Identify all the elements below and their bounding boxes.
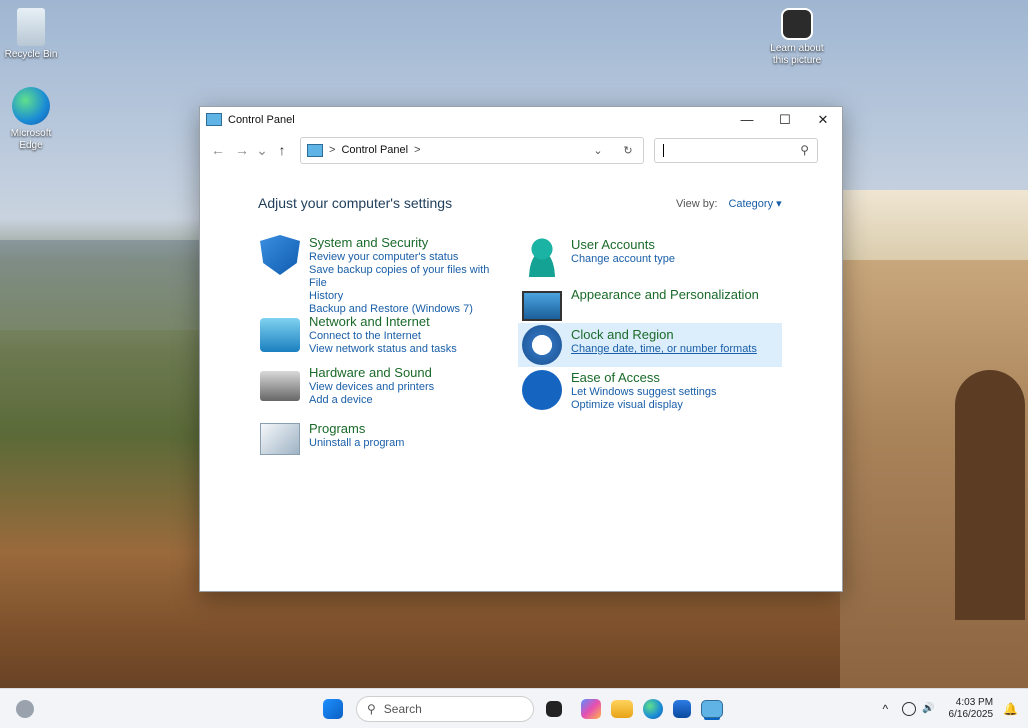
- address-control-panel-icon: [307, 143, 323, 157]
- user-accounts-title[interactable]: User Accounts: [571, 237, 675, 253]
- page-heading: Adjust your computer's settings: [258, 195, 453, 211]
- change-account-type-link[interactable]: Change account type: [571, 253, 675, 266]
- optimize-display-link[interactable]: Optimize visual display: [571, 399, 717, 412]
- clock[interactable]: 4:03 PM 6/16/2025: [949, 697, 994, 721]
- control-panel-window: Control Panel — ☐ ✕ ← → ⌄ ↑ > Control Pa…: [199, 106, 843, 592]
- appearance-monitor-icon: [522, 291, 562, 321]
- save-backup-link-cont[interactable]: History: [309, 290, 490, 303]
- back-button[interactable]: ←: [206, 138, 230, 162]
- taskbar: ⚲ Search ^ 🔊 4:03 PM 6/16/2025 🔔: [0, 688, 1028, 728]
- hardware-sound-title[interactable]: Hardware and Sound: [309, 365, 434, 381]
- breadcrumb-control-panel[interactable]: Control Panel: [341, 144, 408, 156]
- ease-of-access-title[interactable]: Ease of Access: [571, 370, 717, 386]
- control-panel-icon: [206, 113, 222, 126]
- view-by-label: View by:: [676, 198, 718, 210]
- volume-icon[interactable]: 🔊: [922, 703, 934, 714]
- recycle-bin-label: Recycle Bin: [4, 49, 58, 60]
- taskbar-search-text: Search: [383, 701, 422, 716]
- widgets-icon[interactable]: [16, 699, 34, 718]
- store-icon[interactable]: [673, 699, 691, 718]
- navigation-bar: ← → ⌄ ↑ > Control Panel > ⌄ ↻ ⚲: [200, 132, 842, 168]
- connect-internet-link[interactable]: Connect to the Internet: [309, 330, 457, 343]
- network-icon[interactable]: [902, 701, 917, 716]
- clock-region-title[interactable]: Clock and Region: [571, 327, 757, 343]
- review-status-link[interactable]: Review your computer's status: [309, 251, 490, 264]
- search-icon[interactable]: ⚲: [800, 143, 809, 157]
- task-view-icon[interactable]: [546, 700, 562, 717]
- programs-icon: [260, 423, 300, 455]
- programs-title[interactable]: Programs: [309, 421, 404, 437]
- breadcrumb-separator-2[interactable]: >: [414, 144, 420, 156]
- address-bar[interactable]: > Control Panel > ⌄ ↻: [300, 136, 644, 164]
- file-explorer-icon[interactable]: [611, 699, 633, 718]
- clock-globe-icon: [522, 325, 562, 365]
- printer-speaker-icon: [260, 371, 300, 401]
- category-network-internet: Network and Internet Connect to the Inte…: [260, 314, 490, 356]
- wallpaper-bridge-arch: [955, 370, 1025, 620]
- suggest-settings-link[interactable]: Let Windows suggest settings: [571, 386, 717, 399]
- breadcrumb-separator: >: [329, 144, 336, 156]
- edge-label: Microsoft Edge: [10, 128, 52, 151]
- control-panel-taskbar-icon[interactable]: [701, 699, 723, 718]
- ease-of-access-icon: [522, 370, 562, 410]
- forward-button[interactable]: →: [230, 138, 254, 162]
- desktop-learn-about-picture[interactable]: Learn about this picture: [762, 8, 832, 67]
- start-icon[interactable]: [323, 698, 343, 719]
- uninstall-program-link[interactable]: Uninstall a program: [309, 437, 404, 450]
- category-clock-region: Clock and Region Change date, time, or n…: [518, 323, 782, 367]
- category-system-security: System and Security Review your computer…: [260, 235, 490, 316]
- clock-time: 4:03 PM: [955, 696, 994, 708]
- desktop-recycle-bin[interactable]: Recycle Bin: [0, 8, 66, 61]
- save-backup-link[interactable]: Save backup copies of your files with Fi…: [309, 264, 490, 290]
- category-ease-of-access: Ease of Access Let Windows suggest setti…: [522, 370, 784, 412]
- close-button[interactable]: ✕: [804, 107, 842, 132]
- copilot-icon[interactable]: [581, 698, 601, 719]
- network-internet-title[interactable]: Network and Internet: [309, 314, 457, 330]
- title-bar[interactable]: Control Panel — ☐ ✕: [200, 107, 842, 132]
- network-globe-icon: [260, 318, 300, 352]
- learn-label-line2: this picture: [772, 55, 822, 66]
- category-programs: Programs Uninstall a program: [260, 421, 490, 455]
- maximize-button[interactable]: ☐: [766, 107, 804, 132]
- notification-bell-icon[interactable]: 🔔: [1003, 702, 1018, 716]
- network-status-link[interactable]: View network status and tasks: [309, 343, 457, 356]
- add-device-link[interactable]: Add a device: [309, 394, 434, 407]
- address-dropdown-icon[interactable]: ⌄: [583, 144, 613, 157]
- content-area: Adjust your computer's settings View by:…: [200, 169, 842, 589]
- change-date-formats-link[interactable]: Change date, time, or number formats: [571, 343, 757, 356]
- recent-locations-button[interactable]: ⌄: [254, 138, 270, 162]
- minimize-button[interactable]: —: [728, 107, 766, 132]
- text-caret: [663, 143, 664, 157]
- category-appearance: Appearance and Personalization: [522, 287, 784, 321]
- devices-printers-link[interactable]: View devices and printers: [309, 381, 434, 394]
- recycle-bin-icon: [17, 8, 45, 46]
- edge-taskbar-icon[interactable]: [643, 698, 663, 719]
- camera-info-icon: [781, 8, 813, 40]
- taskbar-search-icon: ⚲: [367, 701, 376, 716]
- category-user-accounts: User Accounts Change account type: [522, 237, 784, 277]
- learn-label-line1: Learn about: [770, 43, 824, 54]
- edge-icon: [12, 87, 50, 125]
- category-hardware-sound: Hardware and Sound View devices and prin…: [260, 365, 490, 407]
- up-button[interactable]: ↑: [270, 138, 294, 162]
- refresh-icon[interactable]: ↻: [613, 144, 643, 157]
- user-accounts-icon: [522, 237, 562, 277]
- taskbar-search[interactable]: ⚲ Search: [356, 695, 534, 722]
- view-by-dropdown[interactable]: Category ▾: [728, 198, 781, 210]
- show-hidden-icons-button[interactable]: ^: [882, 702, 888, 716]
- window-title: Control Panel: [228, 113, 295, 126]
- desktop-edge[interactable]: Microsoft Edge: [0, 87, 66, 152]
- wallpaper-town: [842, 190, 1028, 270]
- system-tray: ^ 🔊 4:03 PM 6/16/2025 🔔: [882, 689, 1018, 728]
- shield-icon: [260, 235, 300, 275]
- appearance-title[interactable]: Appearance and Personalization: [571, 287, 759, 303]
- clock-date: 6/16/2025: [948, 708, 994, 720]
- view-by: View by: Category ▾: [676, 197, 782, 210]
- system-security-title[interactable]: System and Security: [309, 235, 490, 251]
- search-control-panel-input[interactable]: ⚲: [654, 137, 818, 163]
